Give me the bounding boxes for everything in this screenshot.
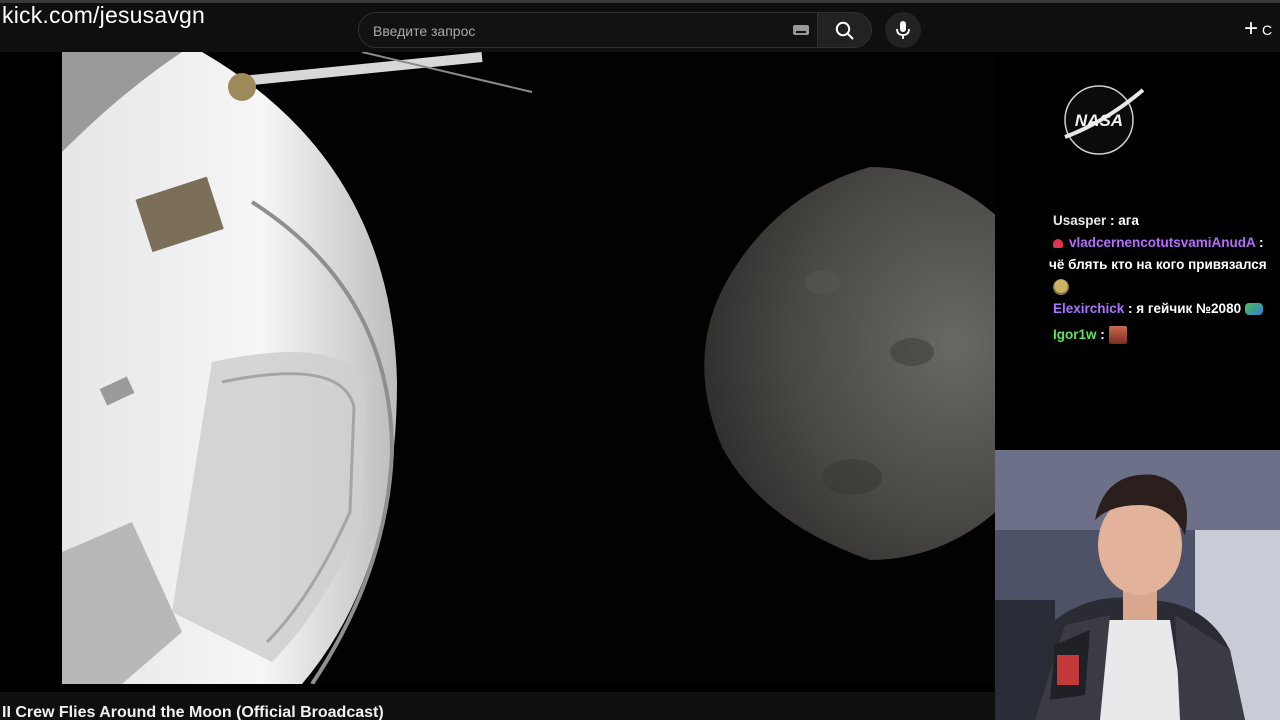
chat-separator: : — [1106, 213, 1119, 228]
svg-text:NASA: NASA — [1075, 111, 1123, 130]
streamer-webcam — [995, 450, 1280, 720]
mic-icon — [896, 21, 910, 39]
stream-side-panel: NASA Usasper : ага vladcernencotutsvamiA… — [995, 52, 1280, 450]
chat-message: Usasper : ага — [1053, 210, 1280, 232]
search-box[interactable] — [358, 12, 818, 48]
chat-text: чё блять кто на кого привязался — [1049, 257, 1267, 272]
nasa-logo: NASA — [1064, 85, 1145, 155]
cat-emote-icon — [1108, 326, 1127, 345]
create-button[interactable]: + С — [1244, 17, 1280, 41]
voice-search-button[interactable] — [885, 12, 921, 48]
chat-message: Elexirchick : я гейчик №2080 — [1053, 298, 1280, 320]
search-icon — [835, 21, 854, 40]
chat-username[interactable]: Igor1w — [1053, 327, 1097, 342]
video-title[interactable]: II Crew Flies Around the Moon (Official … — [2, 704, 384, 720]
video-title-bar: II Crew Flies Around the Moon (Official … — [0, 692, 995, 720]
chat-username[interactable]: vladcernencotutsvamiAnudA — [1069, 235, 1255, 250]
webcam-image — [995, 450, 1280, 720]
chat-separator: : — [1096, 327, 1109, 342]
chat-message: Igor1w : — [1053, 324, 1280, 346]
heart-badge-icon — [1053, 238, 1063, 248]
chat-username[interactable]: Usasper — [1053, 213, 1106, 228]
create-label: С — [1262, 22, 1273, 38]
chat-username[interactable]: Elexirchick — [1053, 301, 1124, 316]
chat-text: ага — [1118, 213, 1139, 228]
plus-icon: + — [1244, 15, 1259, 42]
chat-separator: : — [1124, 301, 1137, 316]
keyboard-icon[interactable] — [793, 25, 809, 35]
video-player[interactable] — [0, 52, 995, 692]
chat-text: я гейчик №2080 — [1136, 301, 1242, 316]
face-emote-icon — [1053, 279, 1069, 296]
chat-message: vladcernencotutsvamiAnudA : чё блять кто… — [1049, 232, 1280, 298]
frog-emote-icon — [1244, 303, 1263, 316]
spacecraft-moon-image — [62, 52, 995, 684]
video-frame — [62, 52, 995, 684]
search-button[interactable] — [818, 12, 872, 48]
search-input[interactable] — [371, 19, 785, 43]
stream-watermark: kick.com/jesusavgn — [2, 2, 206, 28]
chat-separator: : — [1255, 235, 1264, 250]
chat-log: Usasper : ага vladcernencotutsvamiAnudA … — [1049, 213, 1280, 346]
